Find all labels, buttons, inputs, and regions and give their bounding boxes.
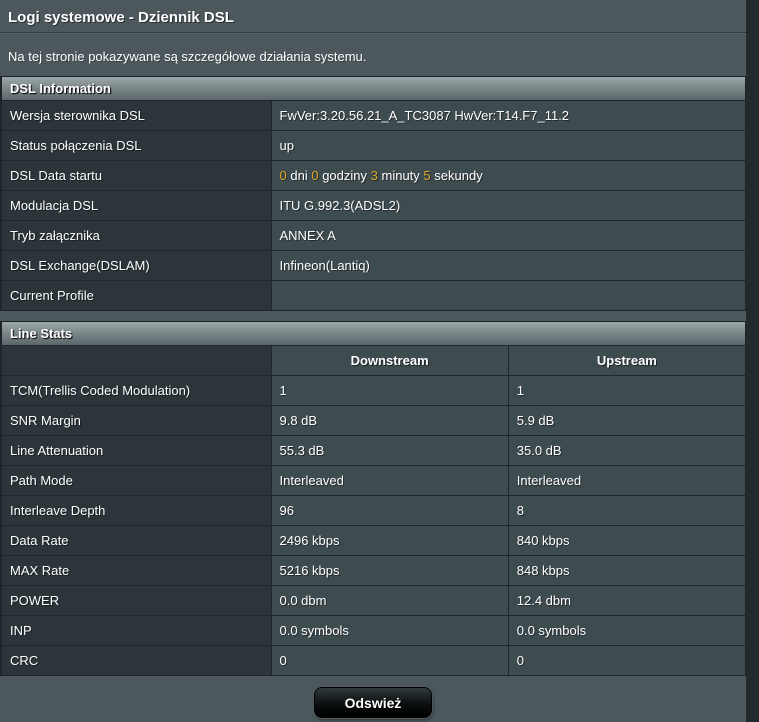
uptime-unit: dni	[290, 168, 308, 183]
column-header: Downstream	[270, 345, 509, 376]
table-row: POWER 0.0 dbm 12.4 dbm	[0, 585, 747, 616]
row-label: CRC	[0, 645, 272, 676]
row-value: 0 dni 0 godziny 3 minuty 5 sekundy	[270, 160, 746, 191]
dsl-log-page: Logi systemowe - Dziennik DSL Na tej str…	[0, 0, 759, 722]
row-label: Path Mode	[0, 465, 272, 496]
downstream-value: 0	[270, 645, 509, 676]
downstream-value: Interleaved	[270, 465, 509, 496]
line-stats-head: Downstream Upstream	[0, 345, 747, 376]
column-header-row: Downstream Upstream	[0, 345, 747, 376]
uptime-unit: minuty	[381, 168, 420, 183]
row-label: Current Profile	[0, 280, 272, 311]
table-row: Current Profile	[0, 280, 746, 311]
downstream-value: 5216 kbps	[270, 555, 509, 586]
uptime-number: 0	[311, 168, 319, 183]
page-title: Logi systemowe - Dziennik DSL	[8, 9, 234, 26]
upstream-value: 0.0 symbols	[507, 615, 747, 646]
table-row: Modulacja DSL ITU G.992.3(ADSL2)	[0, 190, 746, 221]
table-row: Status połączenia DSL up	[0, 130, 746, 161]
upstream-value: 848 kbps	[507, 555, 747, 586]
table-row: Path Mode Interleaved Interleaved	[0, 465, 747, 496]
upstream-value: Interleaved	[507, 465, 747, 496]
row-label: TCM(Trellis Coded Modulation)	[0, 375, 272, 406]
table-row: MAX Rate 5216 kbps 848 kbps	[0, 555, 747, 586]
line-stats-table: Downstream Upstream TCM(Trellis Coded Mod…	[0, 345, 747, 676]
uptime-number: 0	[279, 168, 287, 183]
row-label: Wersja sterownika DSL	[0, 100, 272, 131]
upstream-value: 8	[507, 495, 747, 526]
refresh-button[interactable]: Odswież	[314, 687, 432, 718]
row-label: DSL Data startu	[0, 160, 272, 191]
downstream-value: 1	[270, 375, 509, 406]
uptime-number: 3	[370, 168, 378, 183]
line-stats-body: TCM(Trellis Coded Modulation) 1 1 SNR Margi…	[0, 375, 747, 676]
table-row: DSL Data startu 0 dni 0 godziny 3 minuty …	[0, 160, 746, 191]
table-row: Wersja sterownika DSL FwVer:3.20.56.21_A_…	[0, 100, 746, 131]
table-row: Interleave Depth 96 8	[0, 495, 747, 526]
row-label: DSL Exchange(DSLAM)	[0, 250, 272, 281]
row-value: ITU G.992.3(ADSL2)	[270, 190, 746, 221]
table-row: INP 0.0 symbols 0.0 symbols	[0, 615, 747, 646]
table-row: DSL Exchange(DSLAM) Infineon(Lantiq)	[0, 250, 746, 281]
right-edge-band	[746, 0, 759, 722]
row-label: Status połączenia DSL	[0, 130, 272, 161]
uptime-unit: sekundy	[434, 168, 483, 183]
table-row: Data Rate 2496 kbps 840 kbps	[0, 525, 747, 556]
dsl-info-body: Wersja sterownika DSL FwVer:3.20.56.21_A_…	[0, 100, 746, 311]
corner-cell	[0, 345, 272, 376]
row-label: Modulacja DSL	[0, 190, 272, 221]
row-value	[270, 280, 746, 311]
downstream-value: 9.8 dB	[270, 405, 509, 436]
downstream-value: 96	[270, 495, 509, 526]
row-label: Tryb załącznika	[0, 220, 272, 251]
downstream-value: 2496 kbps	[270, 525, 509, 556]
dsl-information-header: DSL Information	[0, 76, 746, 100]
row-label: INP	[0, 615, 272, 646]
page-description: Na tej stronie pokazywane są szczegółowe…	[8, 49, 367, 64]
button-row: Odswież	[0, 687, 746, 718]
uptime-number: 5	[423, 168, 431, 183]
row-value: Infineon(Lantiq)	[270, 250, 746, 281]
row-label: Line Attenuation	[0, 435, 272, 466]
main-content: Logi systemowe - Dziennik DSL Na tej str…	[0, 0, 747, 718]
row-label: SNR Margin	[0, 405, 272, 436]
column-header: Upstream	[507, 345, 747, 376]
downstream-value: 55.3 dB	[270, 435, 509, 466]
table-row: SNR Margin 9.8 dB 5.9 dB	[0, 405, 747, 436]
table-row: CRC 0 0	[0, 645, 747, 676]
table-row: Tryb załącznika ANNEX A	[0, 220, 746, 251]
row-value: FwVer:3.20.56.21_A_TC3087 HwVer:T14.F7_1…	[270, 100, 746, 131]
row-value: ANNEX A	[270, 220, 746, 251]
line-stats-header: Line Stats	[0, 321, 746, 345]
dsl-information-table: Wersja sterownika DSL FwVer:3.20.56.21_A_…	[0, 100, 746, 311]
upstream-value: 840 kbps	[507, 525, 747, 556]
upstream-value: 35.0 dB	[507, 435, 747, 466]
upstream-value: 5.9 dB	[507, 405, 747, 436]
table-row: Line Attenuation 55.3 dB 35.0 dB	[0, 435, 747, 466]
upstream-value: 0	[507, 645, 747, 676]
upstream-value: 1	[507, 375, 747, 406]
row-label: POWER	[0, 585, 272, 616]
row-label: Interleave Depth	[0, 495, 272, 526]
downstream-value: 0.0 dbm	[270, 585, 509, 616]
row-value: up	[270, 130, 746, 161]
uptime-unit: godziny	[322, 168, 368, 183]
row-label: MAX Rate	[0, 555, 272, 586]
table-row: TCM(Trellis Coded Modulation) 1 1	[0, 375, 747, 406]
downstream-value: 0.0 symbols	[270, 615, 509, 646]
row-label: Data Rate	[0, 525, 272, 556]
upstream-value: 12.4 dbm	[507, 585, 747, 616]
